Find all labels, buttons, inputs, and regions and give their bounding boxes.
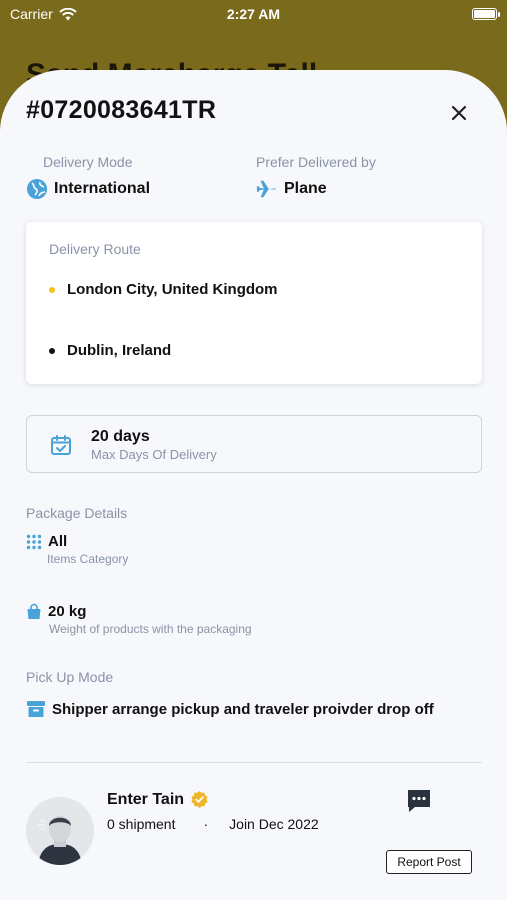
carrier-label: Carrier <box>10 6 53 22</box>
items-category-label: Items Category <box>47 552 129 566</box>
items-category-value: All <box>48 533 68 550</box>
status-left: Carrier <box>10 6 77 22</box>
prefer-delivered-value: Plane <box>284 180 327 197</box>
pickup-mode-title: Pick Up Mode <box>26 669 114 685</box>
wifi-icon <box>59 7 77 20</box>
delivery-route-title: Delivery Route <box>49 241 141 257</box>
max-days-value: 20 days <box>91 428 150 445</box>
verified-badge-icon <box>191 790 208 809</box>
delivery-mode: Delivery Mode International <box>26 154 150 200</box>
order-id: #0720083641TR <box>26 96 217 124</box>
archive-box-icon <box>27 701 45 717</box>
route-origin-label: London City, United Kingdom <box>67 281 278 298</box>
message-icon[interactable] <box>406 788 432 814</box>
order-details-sheet: #0720083641TR Delivery Mode Internationa… <box>0 70 507 900</box>
avatar[interactable] <box>26 797 94 865</box>
route-destination: Dublin, Ireland <box>49 342 171 359</box>
battery-icon <box>472 8 500 20</box>
route-origin: London City, United Kingdom <box>49 281 278 298</box>
grid-icon <box>26 534 42 549</box>
delivery-mode-value: International <box>54 180 151 197</box>
weight-label: Weight of products with the packaging <box>49 622 252 636</box>
calendar-icon <box>51 435 71 455</box>
join-date: Join Dec 2022 <box>229 816 319 832</box>
report-post-button[interactable]: Report Post <box>386 850 472 874</box>
delivery-mode-label: Delivery Mode <box>43 154 133 170</box>
user-name: Enter Tain <box>107 790 185 808</box>
origin-dot-icon <box>49 286 55 293</box>
route-destination-label: Dublin, Ireland <box>67 342 172 359</box>
weight-value: 20 kg <box>48 603 87 620</box>
weight-row: 20 kg Weight of products with the packag… <box>26 603 252 636</box>
prefer-delivered: Prefer Delivered by Plane <box>256 154 376 200</box>
pickup-mode-value: Shipper arrange pickup and traveler proi… <box>52 700 434 718</box>
package-details-title: Package Details <box>26 505 128 521</box>
globe-icon <box>27 179 47 199</box>
max-days-label: Max Days Of Delivery <box>91 447 217 462</box>
shopping-bag-icon <box>27 603 41 619</box>
destination-dot-icon <box>49 347 55 354</box>
delivery-route-card: Delivery Route London City, United Kingd… <box>26 222 482 384</box>
close-icon[interactable] <box>448 102 470 124</box>
meta-separator: · <box>203 816 209 832</box>
status-bar: Carrier 2:27 AM <box>0 0 507 28</box>
plane-icon <box>256 180 276 198</box>
user-meta: 0 shipment · Join Dec 2022 <box>107 816 319 832</box>
max-days-box: 20 days Max Days Of Delivery <box>26 415 482 473</box>
items-category-row: All Items Category <box>26 533 128 566</box>
shipment-count: 0 shipment <box>107 816 176 832</box>
divider <box>26 762 482 763</box>
user-silhouette-icon <box>26 797 94 865</box>
prefer-delivered-label: Prefer Delivered by <box>256 154 376 170</box>
pickup-mode-row: Shipper arrange pickup and traveler proi… <box>26 699 434 719</box>
user-name-row: Enter Tain <box>107 790 209 809</box>
